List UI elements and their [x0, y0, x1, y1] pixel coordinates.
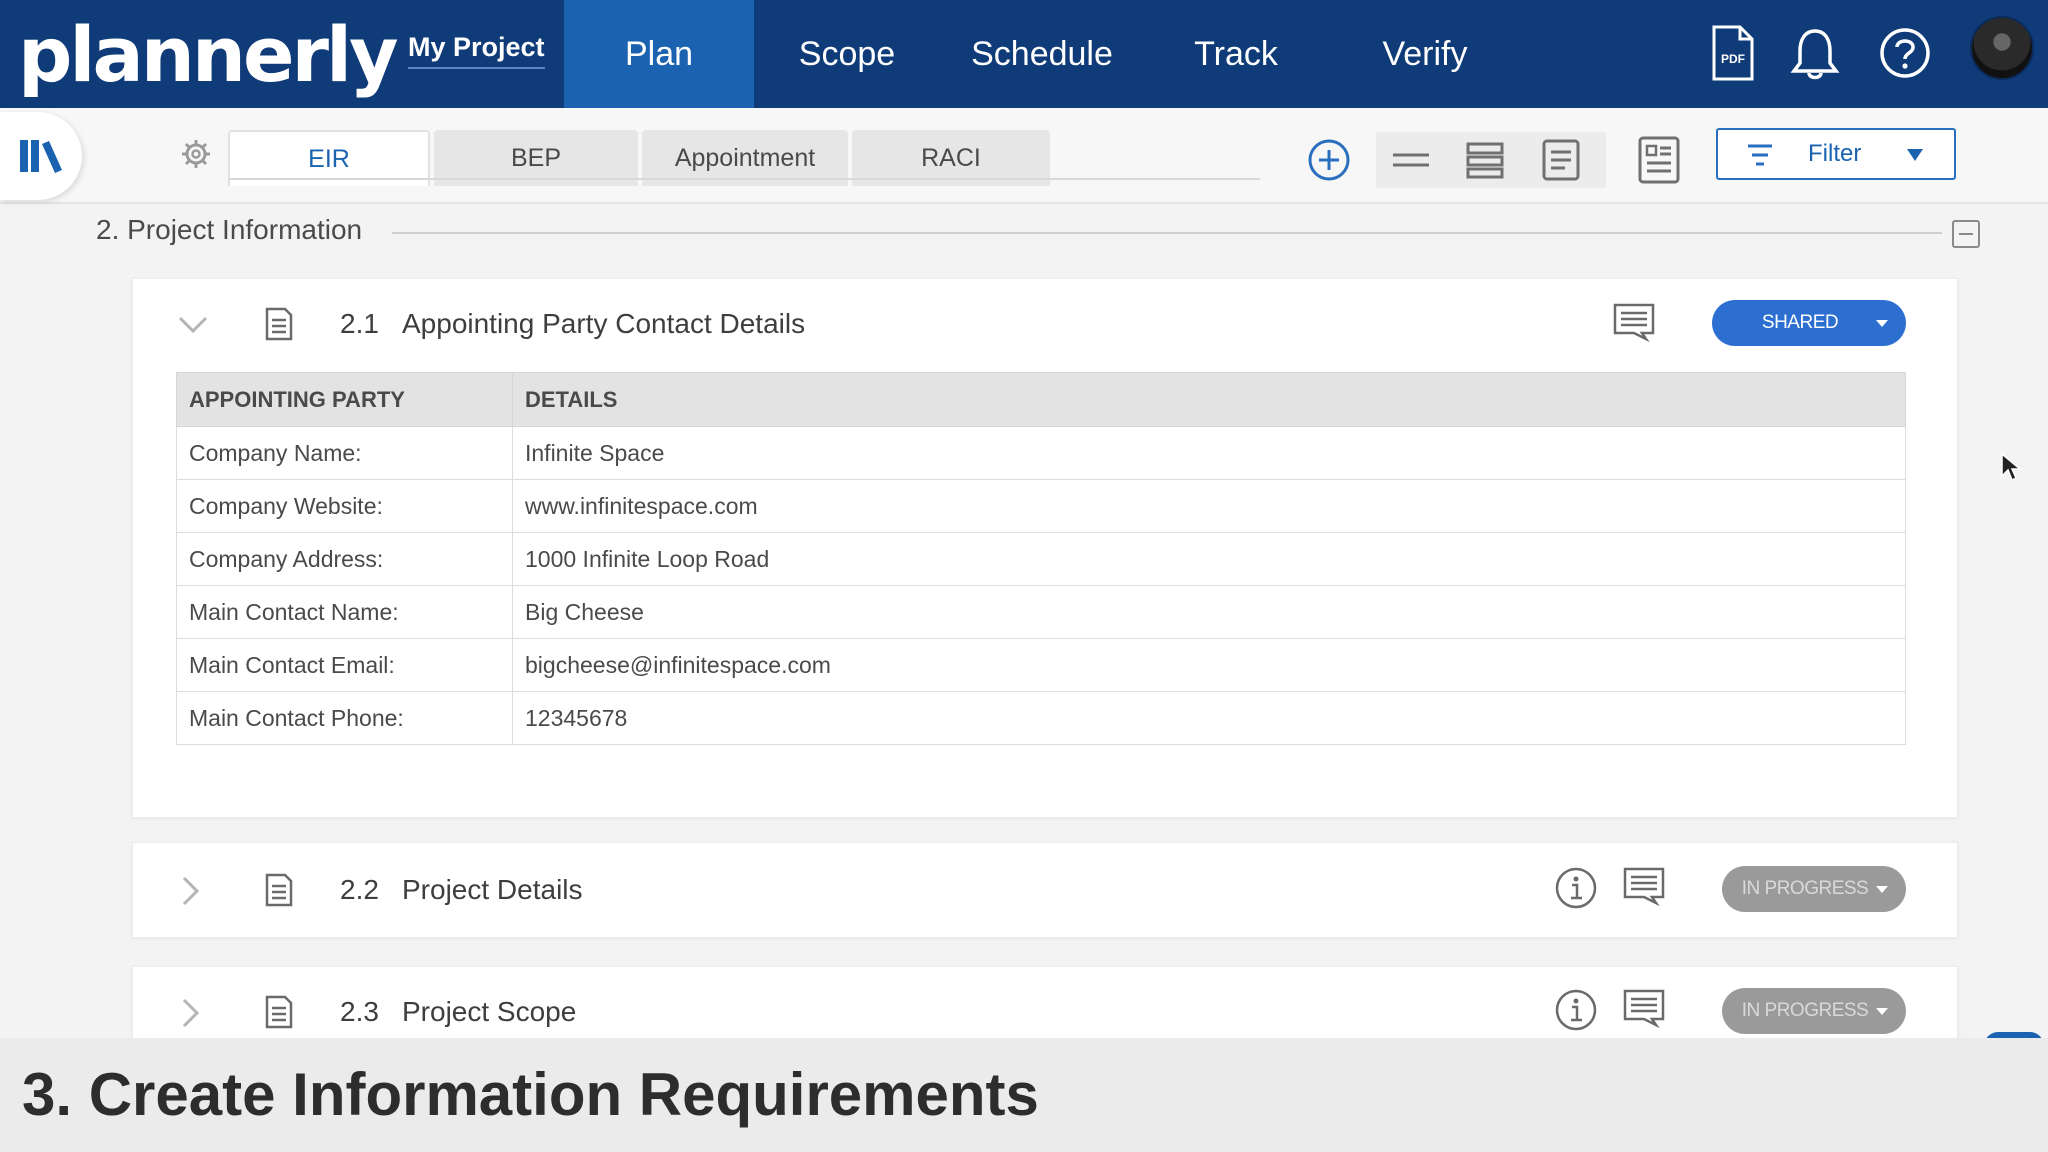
field-label: Company Name: — [176, 426, 513, 480]
chevron-right-icon[interactable] — [176, 998, 206, 1028]
field-value[interactable]: bigcheese@infinitespace.com — [512, 638, 1906, 692]
document-lines-icon — [1542, 139, 1580, 181]
nav-tab-track[interactable]: Track — [1166, 0, 1306, 108]
my-project-link[interactable]: My Project — [408, 32, 545, 69]
column-header: DETAILS — [512, 372, 1906, 427]
status-dropdown[interactable]: IN PROGRESS — [1722, 988, 1906, 1034]
column-header: APPOINTING PARTY — [176, 372, 513, 427]
list-view-button[interactable] — [1456, 132, 1514, 188]
nav-tab-schedule[interactable]: Schedule — [954, 0, 1130, 108]
svg-text:PDF: PDF — [1721, 52, 1745, 66]
tab-underline — [228, 178, 1260, 180]
comment-icon[interactable] — [1622, 866, 1666, 906]
nav-tab-label: Schedule — [971, 34, 1113, 73]
chevron-right-icon[interactable] — [176, 876, 206, 906]
document-icon — [265, 995, 293, 1029]
double-line-icon — [1393, 153, 1429, 167]
top-navigation-bar: plannerly My Project Plan Scope Schedule… — [0, 0, 2048, 108]
card-title: Project Details — [402, 874, 583, 905]
nav-tab-label: Plan — [624, 34, 694, 73]
info-icon[interactable] — [1554, 988, 1598, 1032]
table-row: Main Contact Email: bigcheese@infinitesp… — [176, 638, 1906, 692]
add-item-button[interactable] — [1300, 132, 1358, 188]
section-divider — [392, 232, 1942, 234]
tab-label: EIR — [308, 144, 350, 173]
user-avatar[interactable] — [1970, 16, 2034, 80]
settings-gear-icon[interactable] — [180, 138, 212, 170]
table-header-row: APPOINTING PARTY DETAILS — [176, 372, 1906, 427]
caret-down-icon — [1876, 1008, 1888, 1015]
help-icon[interactable] — [1876, 24, 1934, 82]
dropdown-triangle-icon — [1907, 149, 1923, 161]
nav-tab-label: Verify — [1382, 34, 1468, 73]
caret-down-icon — [1876, 320, 1888, 327]
chevron-down-icon[interactable] — [178, 310, 208, 340]
info-icon[interactable] — [1554, 866, 1598, 910]
card-title: Project Scope — [402, 996, 577, 1027]
tab-label: Appointment — [674, 143, 816, 172]
caret-down-icon — [1876, 886, 1888, 893]
bell-icon[interactable] — [1786, 24, 1844, 82]
field-value[interactable]: Big Cheese — [512, 585, 1906, 639]
filter-lines-icon — [1748, 144, 1772, 166]
app-logo[interactable]: plannerly — [18, 10, 399, 99]
pdf-export-icon[interactable]: PDF — [1704, 24, 1762, 82]
document-icon — [265, 873, 293, 907]
section-title: 2. Project Information — [96, 214, 363, 245]
video-caption: 3. Create Information Requirements — [22, 1061, 1039, 1128]
filter-button[interactable]: Filter — [1716, 128, 1956, 180]
document-view-button[interactable] — [1532, 132, 1590, 188]
card-title: Appointing Party Contact Details — [402, 308, 806, 339]
nav-tab-scope[interactable]: Scope — [770, 0, 924, 108]
nav-tab-label: Track — [1194, 34, 1278, 73]
comment-icon[interactable] — [1612, 302, 1656, 342]
table-row: Company Name: Infinite Space — [176, 426, 1906, 480]
field-value[interactable]: www.infinitespace.com — [512, 479, 1906, 533]
report-view-button[interactable] — [1630, 132, 1688, 188]
card-number: 2.3 — [340, 996, 379, 1027]
tab-label: RACI — [921, 143, 981, 172]
document-icon — [265, 307, 293, 341]
plus-circle-icon — [1308, 139, 1350, 181]
mouse-cursor-icon — [2001, 452, 2023, 482]
field-label: Main Contact Name: — [176, 585, 513, 639]
table-row: Company Website: www.infinitespace.com — [176, 479, 1906, 533]
report-icon — [1638, 136, 1680, 184]
field-label: Main Contact Phone: — [176, 691, 513, 745]
field-value[interactable]: 1000 Infinite Loop Road — [512, 532, 1906, 586]
table-row: Company Address: 1000 Infinite Loop Road — [176, 532, 1906, 586]
tab-label: BEP — [510, 143, 562, 172]
nav-tab-plan[interactable]: Plan — [564, 0, 754, 108]
field-label: Main Contact Email: — [176, 638, 513, 692]
collapse-view-button[interactable] — [1382, 132, 1440, 188]
card-number: 2.1 — [340, 308, 379, 339]
appointing-party-table: APPOINTING PARTY DETAILS Company Name: I… — [176, 372, 1906, 745]
status-dropdown[interactable]: SHARED — [1712, 300, 1906, 346]
collapse-section-button[interactable] — [1952, 220, 1980, 248]
table-row: Main Contact Phone: 12345678 — [176, 691, 1906, 745]
field-value[interactable]: 12345678 — [512, 691, 1906, 745]
nav-tab-verify[interactable]: Verify — [1350, 0, 1500, 108]
filter-label: Filter — [1808, 140, 1862, 167]
field-label: Company Address: — [176, 532, 513, 586]
field-label: Company Website: — [176, 479, 513, 533]
library-button[interactable] — [0, 112, 82, 200]
nav-tab-label: Scope — [798, 34, 896, 73]
library-icon — [20, 140, 62, 173]
status-dropdown[interactable]: IN PROGRESS — [1722, 866, 1906, 912]
comment-icon[interactable] — [1622, 988, 1666, 1028]
table-row: Main Contact Name: Big Cheese — [176, 585, 1906, 639]
field-value[interactable]: Infinite Space — [512, 426, 1906, 480]
card-number: 2.2 — [340, 874, 379, 905]
stacked-rows-icon — [1466, 142, 1504, 179]
